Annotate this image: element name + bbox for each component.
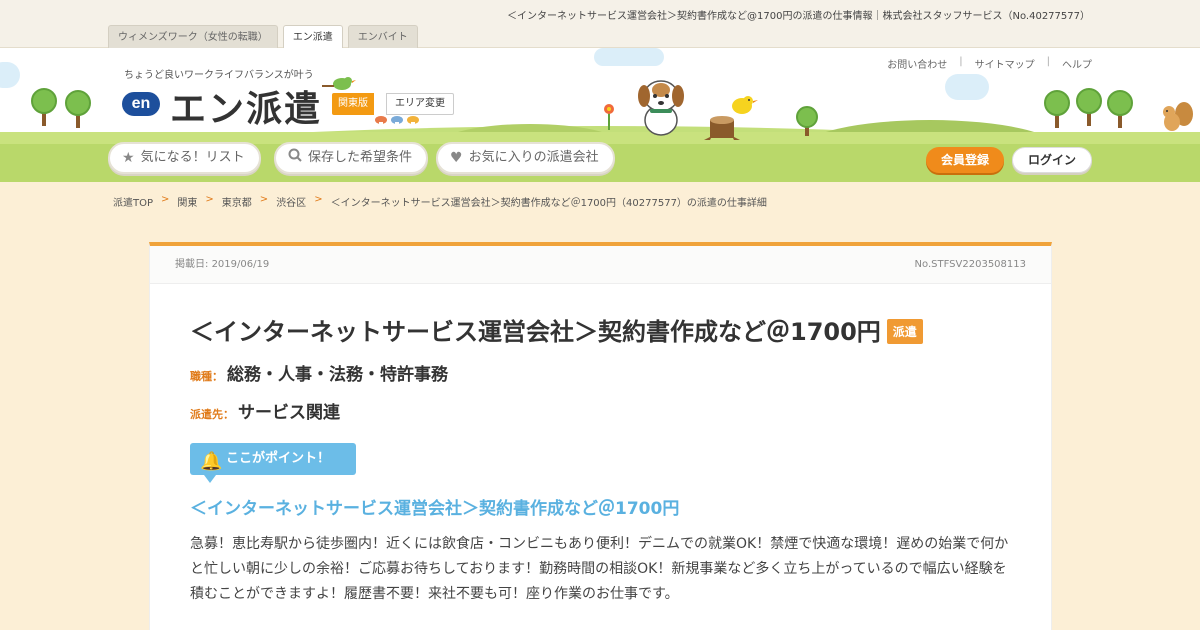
site-logo-text[interactable]: エン派遣	[170, 80, 322, 132]
sitemap-link[interactable]: サイトマップ	[975, 56, 1035, 71]
tab-en-haken[interactable]: エン派遣	[282, 25, 343, 49]
top-strip: ＜インターネットサービス運営会社＞契約書作成など@1700円の派遣の仕事情報｜株…	[0, 0, 1200, 49]
login-button[interactable]: ログイン	[1012, 147, 1092, 173]
cloud-decoration	[945, 74, 989, 100]
tree-icon	[1107, 90, 1133, 116]
breadcrumb-current: ＜インターネットサービス運営会社＞契約書作成など＠1700円（40277577）…	[330, 198, 767, 209]
contact-link[interactable]: お問い合わせ	[887, 56, 947, 71]
nav-saved-search-label: 保存した希望条件	[308, 150, 413, 165]
job-description: 急募！恵比寿駅から徒歩圏内！近くには飲食店・コンビニもあり便利！デニムでの就業O…	[190, 536, 1009, 602]
separator: |	[1046, 56, 1050, 67]
point-tag-tail	[204, 475, 216, 483]
stump-icon	[704, 116, 740, 140]
breadcrumb-arrow-icon: >	[314, 194, 323, 205]
breadcrumb-arrow-icon: >	[205, 194, 214, 205]
nav-saved-search[interactable]: 保存した希望条件	[274, 142, 429, 174]
mushroom-icon	[375, 116, 419, 128]
job-meta-bar: 掲載日: 2019/06/19 No.STFSV2203508113	[150, 246, 1051, 284]
heart-icon: ♥	[450, 150, 463, 166]
breadcrumb-item[interactable]: 派遣TOP	[113, 194, 153, 209]
breadcrumb: 派遣TOP > 関東 > 東京都 > 渋谷区 > ＜インターネットサービス運営会…	[113, 194, 767, 209]
point-headline: ＜インターネットサービス運営会社＞契約書作成など＠1700円	[190, 499, 680, 519]
nav-favorites-list[interactable]: ★ 気になる！リスト	[108, 142, 261, 174]
posted-date: 掲載日: 2019/06/19	[175, 259, 270, 270]
bell-icon: 🔔	[200, 451, 223, 472]
dispatch-value: サービス関連	[238, 403, 340, 423]
breadcrumb-item[interactable]: 渋谷区	[276, 194, 306, 209]
tab-en-baito[interactable]: エンバイト	[347, 25, 418, 48]
region-badge: 関東版	[332, 93, 374, 115]
job-title: ＜インターネットサービス運営会社＞契約書作成など＠1700円 派遣	[190, 312, 923, 347]
nav-favorites-label: 気になる！リスト	[140, 150, 245, 165]
search-icon	[288, 144, 302, 172]
cloud-decoration	[0, 62, 20, 88]
separator: |	[959, 56, 963, 67]
help-link[interactable]: ヘルプ	[1062, 56, 1092, 71]
point-tag-label: ここがポイント！	[226, 451, 331, 466]
dispatch-row: 派遣先： サービス関連	[190, 398, 340, 423]
bird-icon	[732, 96, 758, 114]
tree-icon	[31, 88, 57, 114]
tagline: ちょうど良いワークライフバランスが叶う	[124, 70, 314, 81]
nav-favorite-agencies[interactable]: ♥ お気に入りの派遣会社	[436, 142, 615, 174]
squirrel-icon	[1163, 102, 1193, 131]
tree-icon	[65, 90, 91, 116]
flower-icon	[604, 104, 614, 130]
page-title-bar: ＜インターネットサービス運営会社＞契約書作成など@1700円の派遣の仕事情報｜株…	[507, 11, 1090, 22]
dispatch-label: 派遣先：	[190, 408, 234, 421]
breadcrumb-item[interactable]: 東京都	[222, 194, 252, 209]
nav-favorite-agencies-label: お気に入りの派遣会社	[468, 150, 599, 165]
job-detail-card: 掲載日: 2019/06/19 No.STFSV2203508113 ＜インター…	[149, 242, 1052, 630]
job-category-row: 職種： 総務・人事・法務・特許事務	[190, 360, 448, 385]
site-header: ちょうど良いワークライフバランスが叶う en エン派遣 関東版 エリア変更 お問…	[0, 48, 1200, 182]
tree-icon	[796, 106, 818, 128]
cloud-decoration	[594, 48, 664, 66]
dog-mascot-icon	[638, 80, 684, 136]
small-bird-icon	[322, 77, 356, 90]
register-button[interactable]: 会員登録	[926, 147, 1004, 173]
job-category-value: 総務・人事・法務・特許事務	[227, 365, 448, 385]
point-tag: 🔔 ここがポイント！	[190, 443, 356, 483]
region-change-button[interactable]: エリア変更	[386, 93, 454, 115]
breadcrumb-arrow-icon: >	[259, 194, 269, 205]
site-tabs: ウィメンズワーク（女性の転職） エン派遣 エンバイト	[108, 25, 418, 49]
breadcrumb-item[interactable]: 関東	[177, 194, 197, 209]
utility-links: お問い合わせ | サイトマップ | ヘルプ	[887, 56, 1092, 71]
job-category-label: 職種：	[190, 370, 223, 383]
breadcrumb-arrow-icon: >	[161, 194, 170, 205]
tree-icon	[1044, 90, 1070, 116]
job-number: No.STFSV2203508113	[914, 259, 1026, 270]
en-logo-icon[interactable]: en	[122, 92, 160, 116]
star-icon: ★	[122, 150, 135, 166]
tab-womens-work[interactable]: ウィメンズワーク（女性の転職）	[108, 25, 278, 48]
haken-badge: 派遣	[886, 319, 923, 344]
tree-icon	[1076, 88, 1102, 114]
